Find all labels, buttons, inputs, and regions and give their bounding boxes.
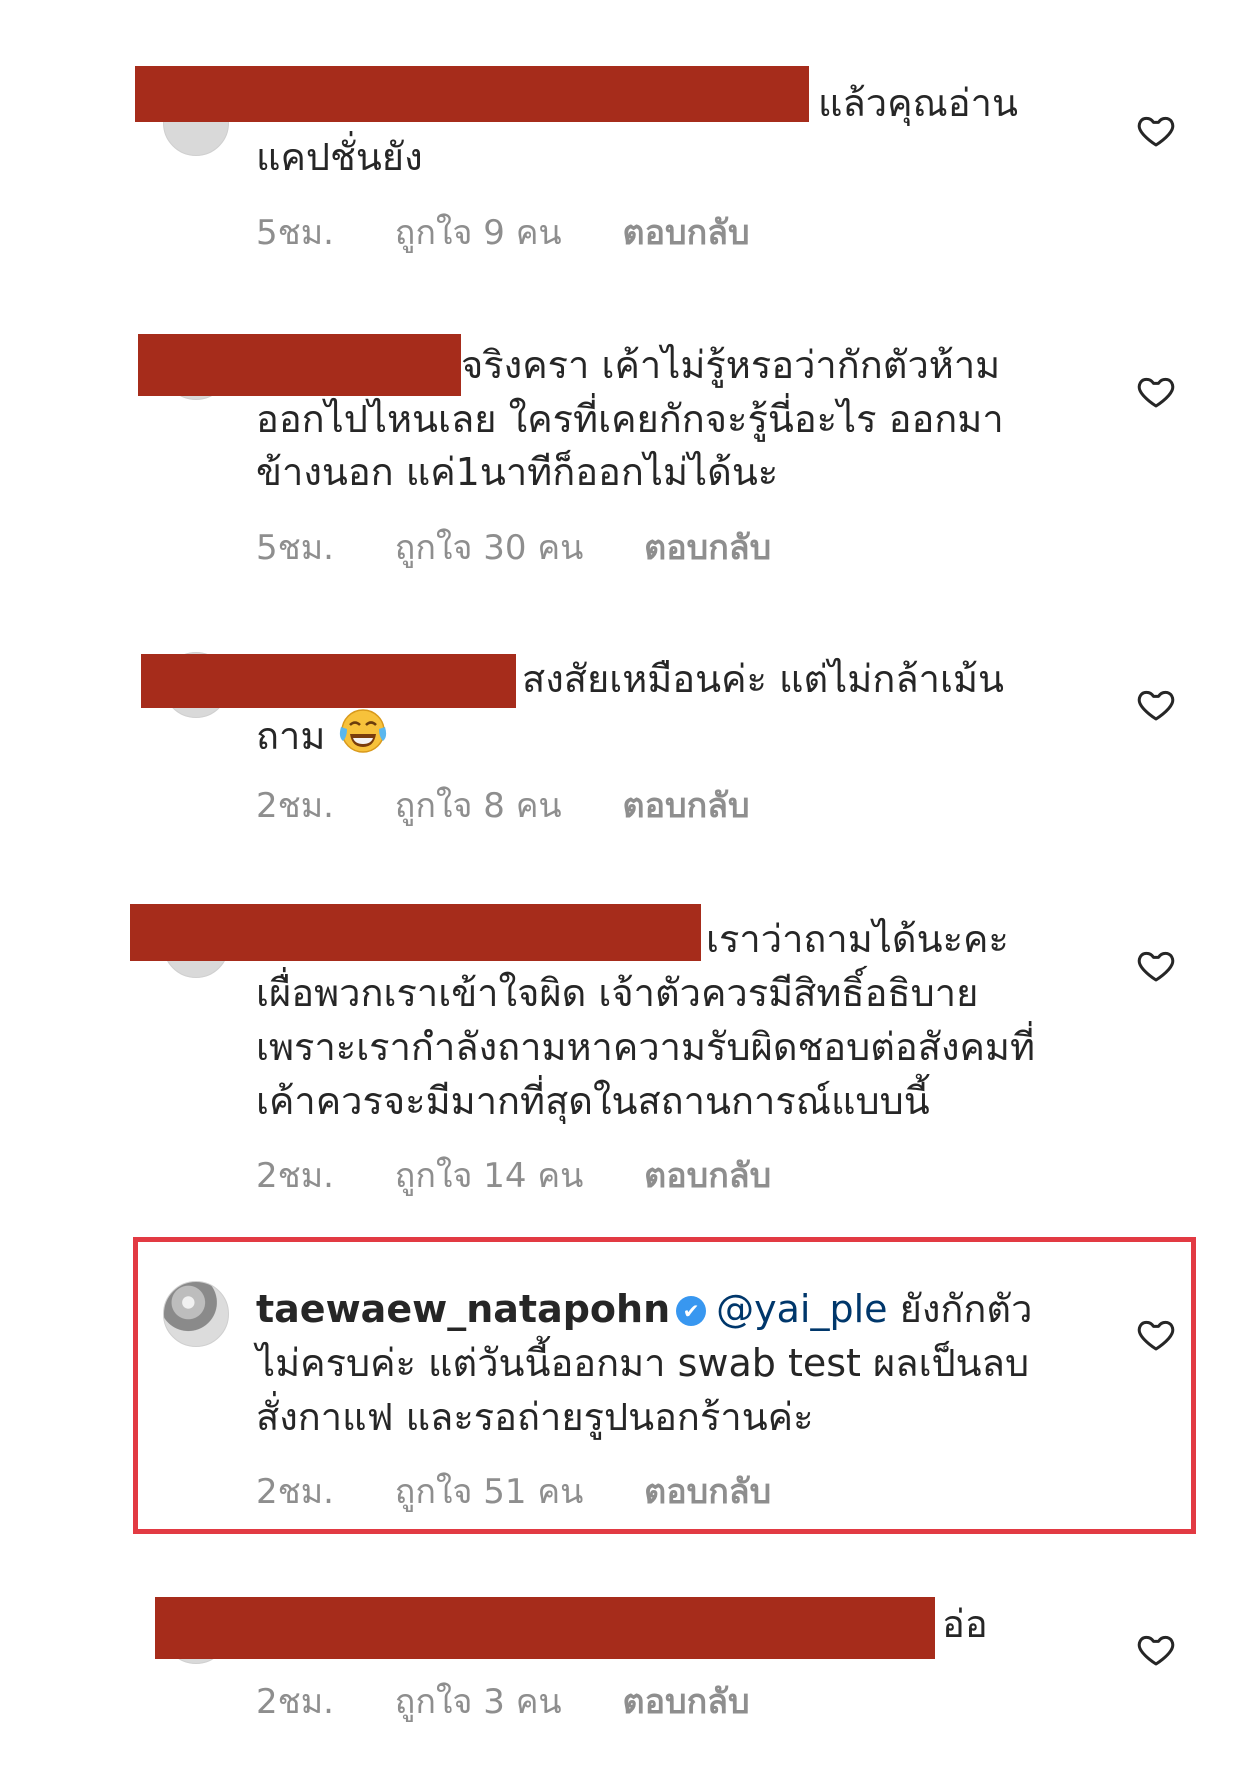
avatar[interactable]: [163, 1281, 229, 1347]
comment-text-cont: ถาม: [256, 707, 1086, 769]
comment-meta: 2ชม. ถูกใจ 51 คน ตอบกลับ: [256, 1464, 821, 1518]
heart-outline-icon[interactable]: [1136, 945, 1176, 985]
comment-text: taewaew_natapohn ✔ @yai_ple ยังกักตัว: [256, 1282, 1086, 1336]
comment-meta: 2ชม. ถูกใจ 3 คน ตอบกลับ: [256, 1674, 800, 1728]
heart-outline-icon[interactable]: [1136, 110, 1176, 150]
mention-link[interactable]: @yai_ple: [716, 1287, 887, 1331]
timestamp: 2ชม.: [256, 1156, 334, 1196]
heart-outline-icon[interactable]: [1136, 371, 1176, 411]
comment-text-word: ถาม: [256, 714, 326, 758]
timestamp: 2ชม.: [256, 1682, 334, 1722]
likes-count[interactable]: ถูกใจ 3 คน: [395, 1682, 562, 1722]
comment-username[interactable]: taewaew_natapohn: [256, 1287, 670, 1331]
likes-count[interactable]: ถูกใจ 9 คน: [395, 213, 562, 253]
comment-text-cont: ไม่ครบค่ะ แต่วันนี้ออกมา swab test ผลเป็…: [256, 1341, 1030, 1385]
redacted-username: [138, 334, 461, 396]
heart-outline-icon[interactable]: [1136, 1629, 1176, 1669]
comment-text-cont: เค้าควรจะมีมากที่สุดในสถานการณ์แบบนี้: [256, 1079, 930, 1123]
redacted-username: [135, 66, 809, 122]
comment-text: แล้วคุณอ่าน: [818, 81, 1018, 125]
likes-count[interactable]: ถูกใจ 14 คน: [395, 1156, 584, 1196]
timestamp: 2ชม.: [256, 786, 334, 826]
timestamp: 2ชม.: [256, 1472, 334, 1512]
heart-outline-icon[interactable]: [1136, 684, 1176, 724]
timestamp: 5ชม.: [256, 213, 334, 253]
face-with-tears-of-joy-icon: [338, 707, 388, 769]
comment-text-cont: ข้างนอก แค่1นาทีก็ออกไม่ได้นะ: [256, 450, 779, 494]
redacted-username: [155, 1597, 935, 1659]
comment-text-word: ยังกักตัว: [887, 1287, 1033, 1331]
reply-button[interactable]: ตอบกลับ: [623, 213, 750, 253]
comment-text: สงสัยเหมือนค่ะ แต่ไม่กล้าเม้น: [522, 657, 1004, 701]
timestamp: 5ชม.: [256, 528, 334, 568]
comment-text-cont: เผื่อพวกเราเข้าใจผิด เจ้าตัวควรมีสิทธิ์อ…: [256, 971, 979, 1015]
comment-text-cont: สั่งกาแฟ และรอถ่ายรูปนอกร้านค่ะ: [256, 1395, 814, 1439]
comment-meta: 2ชม. ถูกใจ 8 คน ตอบกลับ: [256, 778, 800, 832]
reply-button[interactable]: ตอบกลับ: [644, 1472, 771, 1512]
comment-text-cont: แคปชั่นยัง: [256, 135, 423, 179]
comment-meta: 2ชม. ถูกใจ 14 คน ตอบกลับ: [256, 1148, 821, 1202]
likes-count[interactable]: ถูกใจ 51 คน: [395, 1472, 584, 1512]
comment-text-cont: เพราะเรากำลังถามหาความรับผิดชอบต่อสังคมท…: [256, 1025, 1036, 1069]
comment-meta: 5ชม. ถูกใจ 30 คน ตอบกลับ: [256, 520, 821, 574]
redacted-username: [141, 654, 516, 708]
reply-button[interactable]: ตอบกลับ: [644, 1156, 771, 1196]
comment-text: จริงครา เค้าไม่รู้หรอว่ากักตัวห้าม: [461, 343, 1001, 387]
comment-text: อ่อ: [942, 1602, 988, 1646]
likes-count[interactable]: ถูกใจ 30 คน: [395, 528, 584, 568]
likes-count[interactable]: ถูกใจ 8 คน: [395, 786, 562, 826]
comment-meta: 5ชม. ถูกใจ 9 คน ตอบกลับ: [256, 205, 800, 259]
reply-button[interactable]: ตอบกลับ: [623, 786, 750, 826]
reply-button[interactable]: ตอบกลับ: [644, 528, 771, 568]
comment-text: เราว่าถามได้นะคะ: [706, 917, 1009, 961]
reply-button[interactable]: ตอบกลับ: [623, 1682, 750, 1722]
redacted-username: [130, 904, 701, 961]
comment-text-cont: ออกไปไหนเลย ใครที่เคยกักจะรู้นี่อะไร ออก…: [256, 397, 1004, 441]
verified-badge-icon: ✔: [676, 1296, 707, 1326]
heart-outline-icon[interactable]: [1136, 1314, 1176, 1354]
